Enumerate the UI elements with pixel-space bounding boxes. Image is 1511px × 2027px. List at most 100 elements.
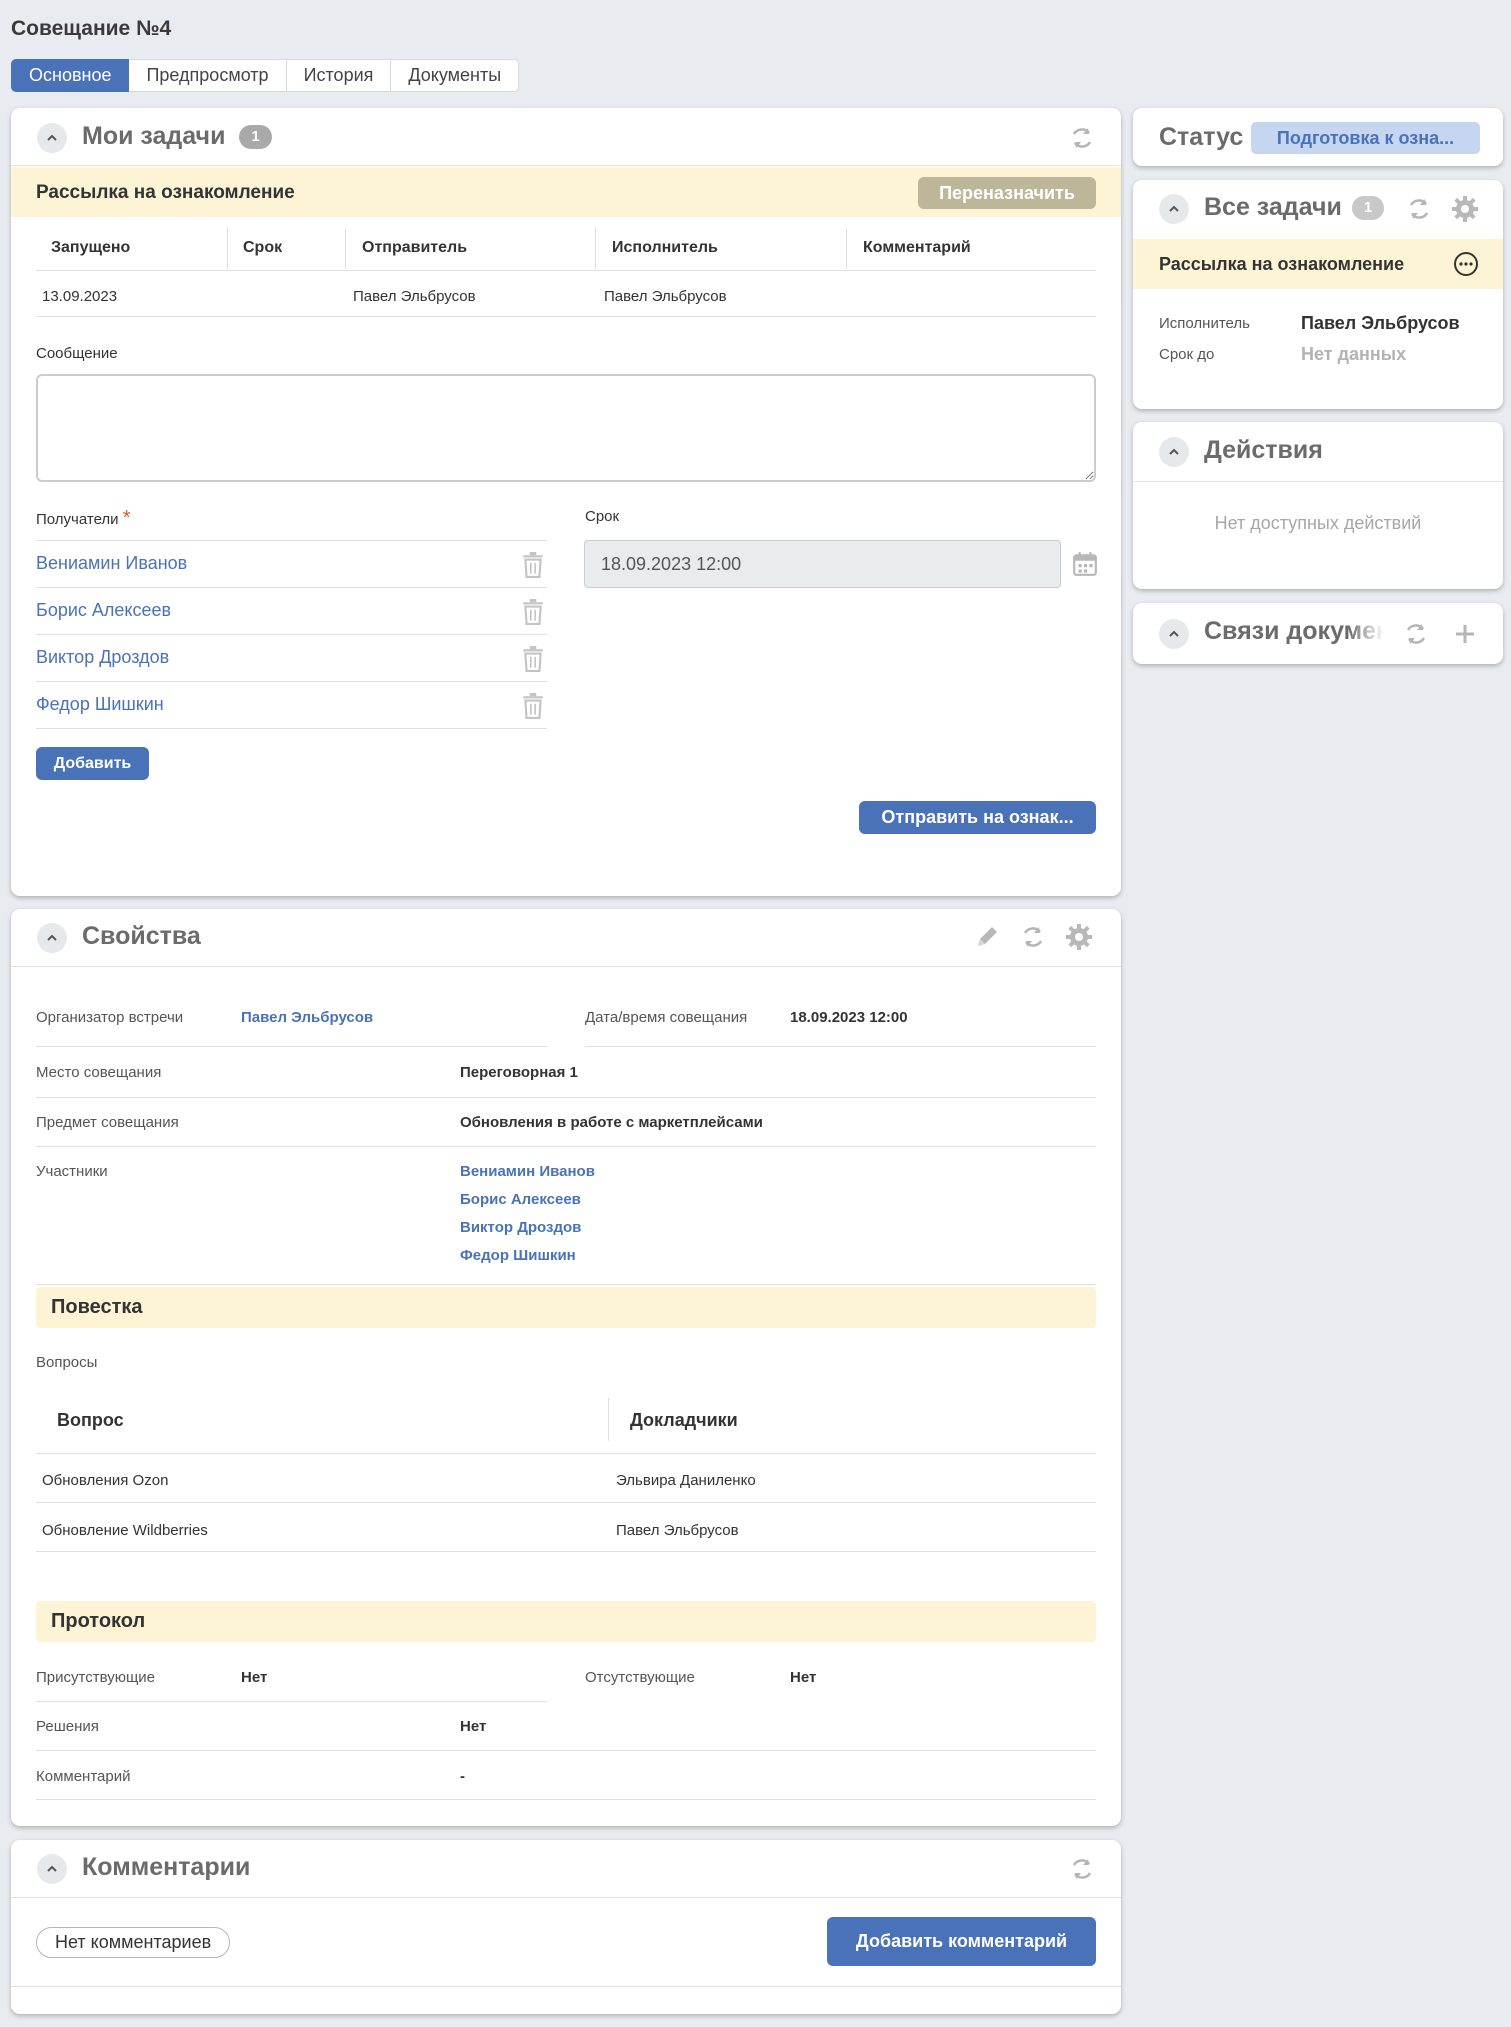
recipient-name[interactable]: Виктор Дроздов xyxy=(36,647,169,668)
col-divider xyxy=(227,227,228,269)
recipient-divider xyxy=(36,728,547,729)
properties-title: Свойства xyxy=(82,922,201,950)
trash-icon[interactable] xyxy=(522,599,544,625)
all-tasks-header: Все задачи 1 xyxy=(1133,180,1503,238)
cell-sender: Павел Эльбрусов xyxy=(353,288,476,305)
comment-value: - xyxy=(460,1768,465,1785)
header-divider xyxy=(36,1453,1096,1454)
edit-icon[interactable] xyxy=(973,923,1001,951)
comments-title: Комментарии xyxy=(82,1853,251,1881)
actions-card: Действия Нет доступных действий xyxy=(1133,422,1503,589)
agenda-title: Повестка xyxy=(51,1296,143,1318)
cell-speaker: Эльвира Даниленко xyxy=(616,1472,756,1489)
actions-header: Действия xyxy=(1133,422,1503,482)
collapse-button[interactable] xyxy=(37,123,67,153)
collapse-button[interactable] xyxy=(1159,194,1189,224)
all-tasks-title: Все задачи xyxy=(1204,193,1342,221)
recipient-name[interactable]: Вениамин Иванов xyxy=(36,553,187,574)
chevron-up-icon xyxy=(1169,205,1179,212)
trash-icon[interactable] xyxy=(522,552,544,578)
present-value: Нет xyxy=(241,1669,268,1686)
properties-header: Свойства xyxy=(11,909,1121,967)
questions-label: Вопросы xyxy=(36,1354,98,1371)
calendar-icon[interactable] xyxy=(1072,551,1098,577)
row-divider xyxy=(36,316,1096,317)
recipient-name[interactable]: Борис Алексеев xyxy=(36,600,171,621)
gear-icon[interactable] xyxy=(1451,195,1479,223)
page-title: Совещание №4 xyxy=(11,17,172,40)
chevron-up-icon xyxy=(1169,448,1179,455)
participant-link[interactable]: Федор Шишкин xyxy=(460,1247,576,1264)
comment-label: Комментарий xyxy=(36,1768,131,1785)
recipient-divider xyxy=(36,681,547,682)
col-deadline: Срок xyxy=(243,239,283,256)
task-band[interactable]: Рассылка на ознакомление xyxy=(1133,239,1503,289)
participant-link[interactable]: Борис Алексеев xyxy=(460,1191,581,1208)
required-mark: * xyxy=(122,507,131,529)
all-tasks-card: Все задачи 1 Рассылка на ознакомление Ис… xyxy=(1133,180,1503,409)
collapse-button[interactable] xyxy=(37,923,67,953)
col-divider xyxy=(345,227,346,269)
place-label: Место совещания xyxy=(36,1064,162,1081)
refresh-icon[interactable] xyxy=(1402,620,1430,648)
my-tasks-title: Мои задачи xyxy=(82,122,226,150)
task-title: Рассылка на ознакомление xyxy=(1159,254,1405,274)
send-for-review-button[interactable]: Отправить на ознак... xyxy=(859,801,1096,834)
cell-question: Обновления Ozon xyxy=(42,1472,169,1489)
executor-value: Павел Эльбрусов xyxy=(1301,313,1460,333)
comments-header: Комментарии xyxy=(11,1840,1121,1898)
decisions-value: Нет xyxy=(460,1718,487,1735)
datetime-label: Дата/время совещания xyxy=(585,1009,748,1026)
my-tasks-header: Мои задачи 1 xyxy=(11,108,1121,166)
collapse-button[interactable] xyxy=(1159,437,1189,467)
organizer-link[interactable]: Павел Эльбрусов xyxy=(241,1009,373,1026)
refresh-icon[interactable] xyxy=(1019,923,1047,951)
status-card: Статус Подготовка к озна... xyxy=(1133,108,1503,166)
tab-history[interactable]: История xyxy=(286,59,392,92)
col-sender: Отправитель xyxy=(362,239,468,256)
reassign-button[interactable]: Переназначить xyxy=(918,177,1096,209)
agenda-band: Повестка xyxy=(36,1287,1096,1328)
more-options-icon[interactable] xyxy=(1453,251,1479,277)
absent-label: Отсутствующие xyxy=(585,1669,695,1686)
field-divider xyxy=(36,1284,1096,1285)
tab-main[interactable]: Основное xyxy=(11,59,130,92)
gear-icon[interactable] xyxy=(1065,923,1093,951)
plus-icon[interactable] xyxy=(1451,620,1479,648)
participant-link[interactable]: Виктор Дроздов xyxy=(460,1219,581,1236)
add-comment-button[interactable]: Добавить комментарий xyxy=(827,1917,1096,1966)
due-value: Нет данных xyxy=(1301,344,1407,364)
col-divider xyxy=(595,227,596,269)
document-links-title-clip: Связи докумен xyxy=(1204,617,1384,651)
col-question: Вопрос xyxy=(57,1410,124,1430)
due-label: Срок до xyxy=(1159,346,1215,363)
refresh-icon[interactable] xyxy=(1068,1855,1096,1883)
organizer-label: Организатор встречи xyxy=(36,1009,184,1026)
recipients-label: Получатели * xyxy=(36,507,131,530)
my-tasks-card: Мои задачи 1 Рассылка на ознакомление Пе… xyxy=(11,108,1121,896)
tab-preview[interactable]: Предпросмотр xyxy=(129,59,287,92)
tab-documents[interactable]: Документы xyxy=(391,59,520,92)
refresh-icon[interactable] xyxy=(1405,195,1433,223)
collapse-button[interactable] xyxy=(37,1854,67,1884)
datetime-value: 18.09.2023 12:00 xyxy=(790,1009,908,1026)
message-textarea[interactable] xyxy=(36,374,1096,482)
recipient-name[interactable]: Федор Шишкин xyxy=(36,694,164,715)
add-recipient-button[interactable]: Добавить xyxy=(36,747,149,780)
deadline-input[interactable]: 18.09.2023 12:00 xyxy=(584,540,1061,588)
trash-icon[interactable] xyxy=(522,693,544,719)
header-divider xyxy=(36,270,1096,271)
refresh-icon[interactable] xyxy=(1068,124,1096,152)
status-label: Статус xyxy=(1159,123,1244,151)
field-divider xyxy=(585,1046,1096,1047)
trash-icon[interactable] xyxy=(522,646,544,672)
field-divider xyxy=(36,1046,547,1047)
task-title: Рассылка на ознакомление xyxy=(36,182,295,203)
properties-card: Свойства Организатор встречи Павел Эльбр… xyxy=(11,909,1121,1826)
subject-label: Предмет совещания xyxy=(36,1114,179,1131)
participant-link[interactable]: Вениамин Иванов xyxy=(460,1163,595,1180)
protocol-band: Протокол xyxy=(36,1601,1096,1642)
cell-question: Обновление Wildberries xyxy=(42,1522,208,1539)
collapse-button[interactable] xyxy=(1159,619,1189,649)
chevron-up-icon xyxy=(47,134,57,141)
